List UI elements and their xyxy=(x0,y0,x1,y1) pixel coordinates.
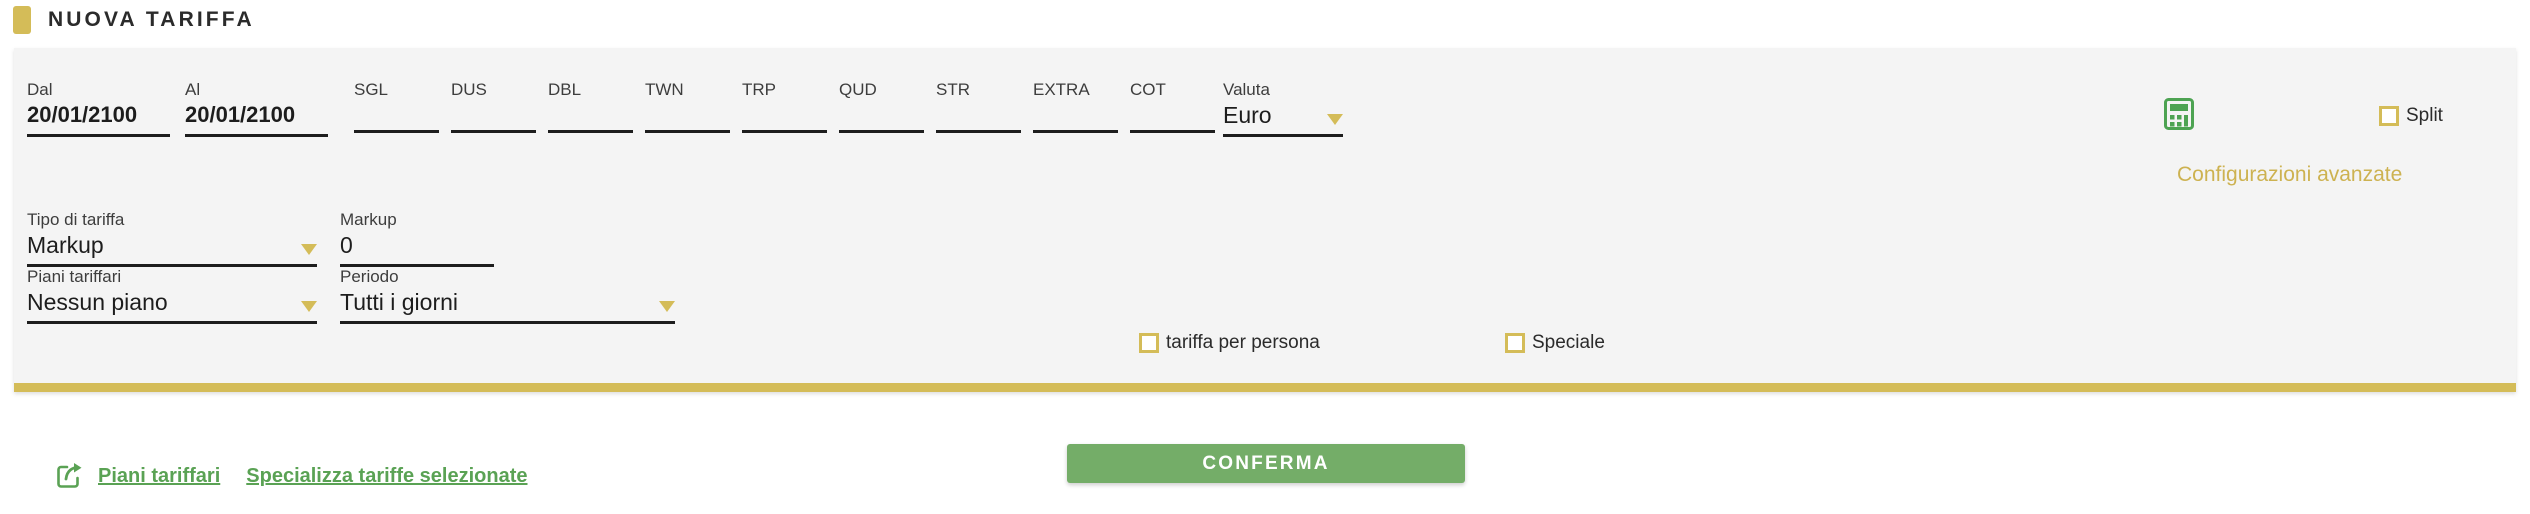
rate-col-str-value[interactable] xyxy=(936,100,1021,130)
period-underline xyxy=(340,321,675,324)
rate-plans-value[interactable]: Nessun piano xyxy=(27,287,317,317)
footer-links: Piani tariffari Specializza tariffe sele… xyxy=(56,462,528,490)
rate-col-str-label: STR xyxy=(936,80,970,99)
chevron-down-icon[interactable] xyxy=(1327,114,1343,125)
advanced-settings-link[interactable]: Configurazioni avanzate xyxy=(2177,163,2402,187)
page-title: NUOVA TARIFFA xyxy=(48,8,255,31)
chevron-down-icon[interactable] xyxy=(301,301,317,312)
rate-col-cot-underline xyxy=(1130,130,1215,133)
rate-col-trp-underline xyxy=(742,130,827,133)
share-arrow-icon[interactable] xyxy=(56,462,84,490)
special-checkbox-label: Speciale xyxy=(1532,332,1605,353)
rate-col-str-underline xyxy=(936,130,1021,133)
currency-value[interactable]: Euro xyxy=(1223,100,1343,130)
page-header: NUOVA TARIFFA xyxy=(0,0,2530,40)
date-to-underline xyxy=(185,134,328,137)
rate-type-label: Tipo di tariffa xyxy=(27,210,125,229)
period-select[interactable]: Periodo Tutti i giorni xyxy=(340,267,675,324)
rate-col-extra-label: EXTRA xyxy=(1033,80,1090,99)
currency-underline xyxy=(1223,134,1343,137)
rate-col-cot[interactable]: COT xyxy=(1130,80,1215,133)
markup-field[interactable]: Markup 0 xyxy=(340,210,494,267)
markup-label: Markup xyxy=(340,210,397,229)
rate-col-dus-label: DUS xyxy=(451,80,487,99)
rate-col-dus-value[interactable] xyxy=(451,100,536,130)
rate-col-dus[interactable]: DUS xyxy=(451,80,536,133)
split-checkbox[interactable]: Split xyxy=(2379,105,2443,127)
header-accent-chip xyxy=(13,6,31,34)
rate-plans-label: Piani tariffari xyxy=(27,267,122,286)
currency-label: Valuta xyxy=(1223,80,1270,99)
per-person-checkbox-box[interactable] xyxy=(1139,333,1159,353)
date-to-label: Al xyxy=(185,80,201,99)
rate-col-trp-value[interactable] xyxy=(742,100,827,130)
currency-select[interactable]: Valuta Euro xyxy=(1223,80,1343,137)
rate-col-twn-label: TWN xyxy=(645,80,684,99)
rate-col-dbl-label: DBL xyxy=(548,80,582,99)
split-checkbox-label: Split xyxy=(2406,105,2443,126)
special-checkbox[interactable]: Speciale xyxy=(1505,332,1605,354)
date-from-field[interactable]: Dal 20/01/2100 xyxy=(27,80,170,137)
markup-value[interactable]: 0 xyxy=(340,230,494,260)
date-from-value[interactable]: 20/01/2100 xyxy=(27,100,170,130)
link-rate-plans[interactable]: Piani tariffari xyxy=(98,465,220,488)
rate-col-trp[interactable]: TRP xyxy=(742,80,827,133)
rate-col-sgl-value[interactable] xyxy=(354,100,439,130)
rate-col-twn-underline xyxy=(645,130,730,133)
rate-col-extra[interactable]: EXTRA xyxy=(1033,80,1118,133)
rate-col-sgl-label: SGL xyxy=(354,80,389,99)
rate-plans-underline xyxy=(27,321,317,324)
rate-col-extra-underline xyxy=(1033,130,1118,133)
rate-col-sgl-underline xyxy=(354,130,439,133)
period-label: Periodo xyxy=(340,267,399,286)
rate-col-sgl[interactable]: SGL xyxy=(354,80,439,133)
rate-type-select[interactable]: Tipo di tariffa Markup xyxy=(27,210,317,267)
rate-col-extra-value[interactable] xyxy=(1033,100,1118,130)
rate-col-qud[interactable]: QUD xyxy=(839,80,924,133)
rate-col-twn[interactable]: TWN xyxy=(645,80,730,133)
per-person-checkbox[interactable]: tariffa per persona xyxy=(1139,332,1320,354)
rate-col-twn-value[interactable] xyxy=(645,100,730,130)
rate-col-dbl[interactable]: DBL xyxy=(548,80,633,133)
rate-col-dus-underline xyxy=(451,130,536,133)
confirm-button[interactable]: CONFERMA xyxy=(1067,444,1465,483)
per-person-checkbox-label: tariffa per persona xyxy=(1166,332,1320,353)
rate-col-trp-label: TRP xyxy=(742,80,776,99)
link-specialize-rates[interactable]: Specializza tariffe selezionate xyxy=(246,465,527,488)
rate-col-cot-value[interactable] xyxy=(1130,100,1215,130)
rate-col-str[interactable]: STR xyxy=(936,80,1021,133)
period-value[interactable]: Tutti i giorni xyxy=(340,287,675,317)
split-checkbox-box[interactable] xyxy=(2379,106,2399,126)
date-from-underline xyxy=(27,134,170,137)
rate-col-qud-label: QUD xyxy=(839,80,877,99)
rate-col-cot-label: COT xyxy=(1130,80,1166,99)
chevron-down-icon[interactable] xyxy=(301,244,317,255)
rate-type-value[interactable]: Markup xyxy=(27,230,317,260)
calculator-icon[interactable] xyxy=(2164,98,2194,130)
rate-col-qud-underline xyxy=(839,130,924,133)
date-to-value[interactable]: 20/01/2100 xyxy=(185,100,328,130)
chevron-down-icon[interactable] xyxy=(659,301,675,312)
date-from-label: Dal xyxy=(27,80,53,99)
rate-plans-select[interactable]: Piani tariffari Nessun piano xyxy=(27,267,317,324)
rate-col-dbl-underline xyxy=(548,130,633,133)
rate-col-dbl-value[interactable] xyxy=(548,100,633,130)
rate-col-qud-value[interactable] xyxy=(839,100,924,130)
date-to-field[interactable]: Al 20/01/2100 xyxy=(185,80,328,137)
special-checkbox-box[interactable] xyxy=(1505,333,1525,353)
